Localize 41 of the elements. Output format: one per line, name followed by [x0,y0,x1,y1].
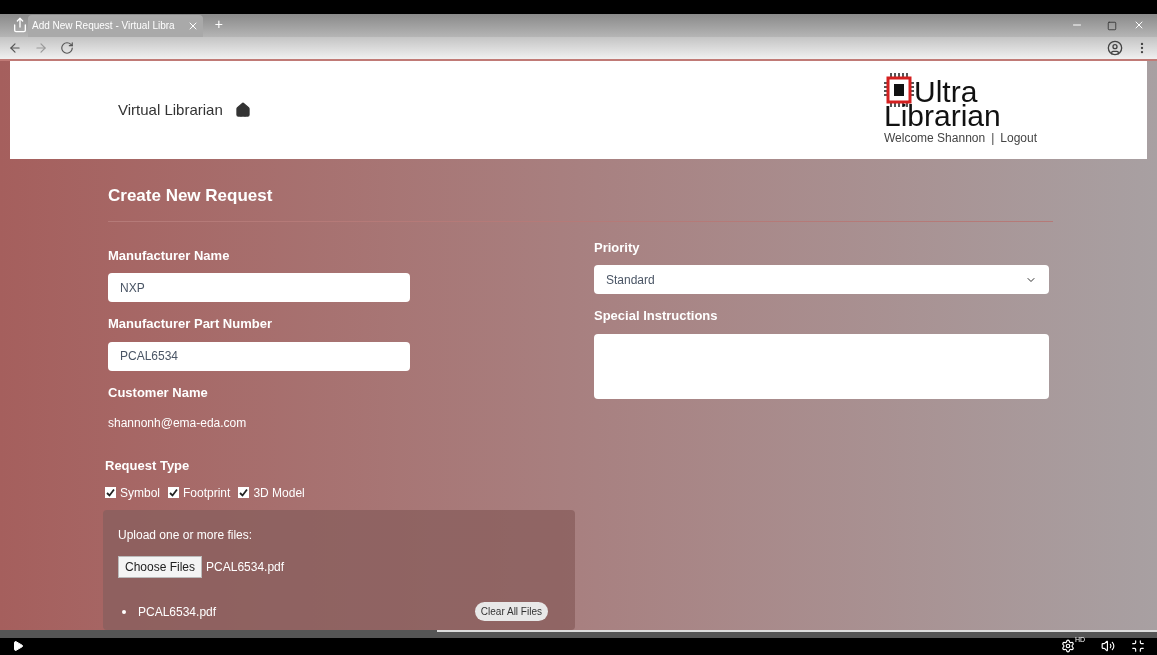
field-label: Manufacturer Part Number [108,315,273,334]
customer-email: shannonh@ema-eda.com [108,415,248,433]
check-icon [239,488,249,498]
checkbox[interactable] [168,487,179,499]
bullet-icon [122,609,126,614]
page-title: Create New Request [108,183,1053,222]
home-icon[interactable] [234,102,251,119]
field-label: Special Instructions [594,307,719,326]
choose-files-button[interactable]: Choose Files [118,555,203,578]
tab-title: Add New Request - Virtual Libra [32,19,175,34]
chosen-file-name: PCAL6534.pdf [206,558,285,576]
text-field[interactable]: NXP [108,273,410,303]
volume-icon[interactable] [1101,639,1115,654]
reload-icon[interactable] [60,41,74,56]
logo-text: Librarian [884,103,1002,130]
app-name[interactable]: Virtual Librarian [118,99,223,122]
field-label: Request Type [105,457,191,476]
checkbox-label: Symbol [120,484,160,502]
maximize-icon[interactable] [1107,20,1117,31]
priority-dropdown[interactable]: Standard [594,265,1049,295]
field-label: Manufacturer Name [108,246,231,265]
upload-label: Upload one or more files: [118,526,254,544]
exit-fullscreen-icon[interactable] [1131,639,1145,654]
clear-files-button[interactable]: Clear All Files [474,601,548,621]
checkbox-label: Footprint [183,484,231,502]
play-icon[interactable] [12,640,24,653]
separator-text: | [991,130,995,148]
logout-link[interactable]: Logout [1000,129,1037,148]
field-label: Priority [594,238,641,257]
file-name: PCAL6534.pdf [138,603,217,621]
share-icon[interactable] [12,16,28,33]
profile-icon[interactable] [1107,40,1123,57]
settings-icon[interactable] [1060,639,1075,654]
check-icon [106,488,115,498]
text-field[interactable]: PCAL6534 [108,341,410,371]
welcome-text: Welcome Shannon [884,130,986,148]
check-icon [169,488,178,498]
checkbox-label: 3D Model [253,484,305,502]
field-label: Customer Name [108,383,209,402]
checkbox[interactable] [105,487,116,499]
checkbox[interactable] [238,487,250,499]
